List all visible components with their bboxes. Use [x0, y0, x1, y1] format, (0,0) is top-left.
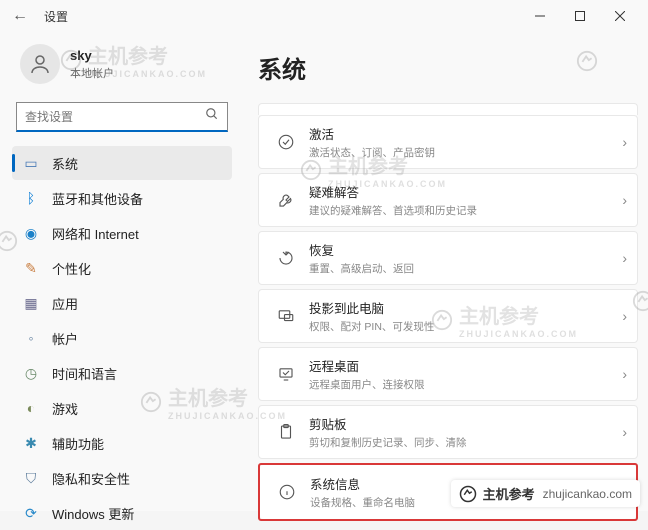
sidebar: sky 本地帐户 ▭ 系统 ᛒ 蓝牙和其他设备 ◉ 网络和 Internet ✎ 个性化… — [0, 32, 240, 530]
search-input[interactable] — [25, 110, 205, 124]
system-icon: ▭ — [22, 155, 40, 172]
nav-label: Windows 更新 — [52, 504, 134, 523]
titlebar: ← 设置 — [0, 0, 648, 32]
chevron-right-icon: › — [622, 308, 627, 324]
close-button[interactable] — [600, 0, 640, 32]
panel-title: 剪贴板 — [309, 414, 622, 433]
chevron-right-icon: › — [622, 250, 627, 266]
nav-label: 蓝牙和其他设备 — [52, 189, 143, 208]
panel-desc: 权限、配对 PIN、可发现性 — [309, 319, 622, 334]
panel-title: 激活 — [309, 124, 622, 143]
nav-system[interactable]: ▭ 系统 — [12, 146, 232, 180]
bluetooth-icon: ᛒ — [22, 190, 40, 206]
check-icon — [273, 133, 299, 151]
panel-projecting[interactable]: 投影到此电脑权限、配对 PIN、可发现性 › — [258, 289, 638, 343]
project-icon — [273, 307, 299, 325]
window-title: 设置 — [44, 8, 68, 25]
nav-label: 个性化 — [52, 259, 91, 278]
nav-label: 系统 — [52, 154, 78, 173]
search-icon — [205, 107, 219, 126]
apps-icon: ▦ — [22, 295, 40, 312]
maximize-button[interactable] — [560, 0, 600, 32]
user-name: sky — [70, 48, 114, 63]
minimize-button[interactable] — [520, 0, 560, 32]
nav-label: 辅助功能 — [52, 434, 104, 453]
accounts-icon: ◦ — [22, 330, 40, 346]
panel-activation[interactable]: 激活激活状态、订阅、产品密钥 › — [258, 115, 638, 169]
panel-desc: 剪切和复制历史记录、同步、清除 — [309, 435, 622, 450]
user-type: 本地帐户 — [70, 65, 114, 81]
chevron-right-icon: › — [622, 134, 627, 150]
panel-title: 投影到此电脑 — [309, 298, 622, 317]
nav-gaming[interactable]: ◐ 游戏 — [12, 391, 232, 425]
panel-list: 激活激活状态、订阅、产品密钥 › 疑难解答建议的疑难解答、首选项和历史记录 › … — [258, 103, 638, 521]
nav-label: 网络和 Internet — [52, 224, 139, 243]
main-area: 系统 激活激活状态、订阅、产品密钥 › 疑难解答建议的疑难解答、首选项和历史记录… — [240, 32, 648, 530]
chevron-right-icon: › — [622, 192, 627, 208]
nav-label: 隐私和安全性 — [52, 469, 130, 488]
nav-apps[interactable]: ▦ 应用 — [12, 286, 232, 320]
panel-spacer — [258, 103, 638, 115]
panel-recovery[interactable]: 恢复重置、高级启动、返回 › — [258, 231, 638, 285]
shield-icon: ⛉ — [22, 470, 40, 487]
panel-desc: 建议的疑难解答、首选项和历史记录 — [309, 203, 622, 218]
avatar — [20, 44, 60, 84]
user-block[interactable]: sky 本地帐户 — [12, 32, 232, 102]
clipboard-icon — [273, 423, 299, 441]
chevron-right-icon: › — [622, 424, 627, 440]
nav-label: 应用 — [52, 294, 78, 313]
wifi-icon: ◉ — [22, 225, 40, 242]
nav-accounts[interactable]: ◦ 帐户 — [12, 321, 232, 355]
nav-bluetooth[interactable]: ᛒ 蓝牙和其他设备 — [12, 181, 232, 215]
recovery-icon — [273, 249, 299, 267]
back-button[interactable]: ← — [8, 7, 32, 25]
nav-label: 游戏 — [52, 399, 78, 418]
accessibility-icon: ✱ — [22, 435, 40, 452]
panel-title: 疑难解答 — [309, 182, 622, 201]
remote-icon — [273, 365, 299, 383]
nav-label: 帐户 — [52, 329, 78, 348]
wrench-icon — [273, 191, 299, 209]
panel-desc: 激活状态、订阅、产品密钥 — [309, 145, 622, 160]
nav-update[interactable]: ⟳ Windows 更新 — [12, 496, 232, 530]
nav-network[interactable]: ◉ 网络和 Internet — [12, 216, 232, 250]
gaming-icon: ◐ — [22, 400, 40, 416]
panel-title: 恢复 — [309, 240, 622, 259]
nav-personalization[interactable]: ✎ 个性化 — [12, 251, 232, 285]
update-icon: ⟳ — [22, 505, 40, 522]
nav-label: 时间和语言 — [52, 364, 117, 383]
panel-desc: 远程桌面用户、连接权限 — [309, 377, 622, 392]
nav-privacy[interactable]: ⛉ 隐私和安全性 — [12, 461, 232, 495]
nav-time[interactable]: ◷ 时间和语言 — [12, 356, 232, 390]
nav-list: ▭系统 ᛒ蓝牙和其他设备 ◉网络和 Internet ✎个性化 ▦应用 ◦帐户 … — [12, 146, 232, 530]
panel-remote[interactable]: 远程桌面远程桌面用户、连接权限 › — [258, 347, 638, 401]
panel-desc: 重置、高级启动、返回 — [309, 261, 622, 276]
panel-title: 远程桌面 — [309, 356, 622, 375]
page-heading: 系统 — [258, 50, 638, 85]
nav-accessibility[interactable]: ✱ 辅助功能 — [12, 426, 232, 460]
info-icon — [274, 483, 300, 501]
footer-badge: 主机参考 zhujicankao.com — [451, 480, 640, 507]
clock-icon: ◷ — [22, 365, 40, 382]
search-box[interactable] — [16, 102, 228, 132]
panel-troubleshoot[interactable]: 疑难解答建议的疑难解答、首选项和历史记录 › — [258, 173, 638, 227]
brush-icon: ✎ — [22, 260, 40, 277]
chevron-right-icon: › — [622, 366, 627, 382]
panel-clipboard[interactable]: 剪贴板剪切和复制历史记录、同步、清除 › — [258, 405, 638, 459]
